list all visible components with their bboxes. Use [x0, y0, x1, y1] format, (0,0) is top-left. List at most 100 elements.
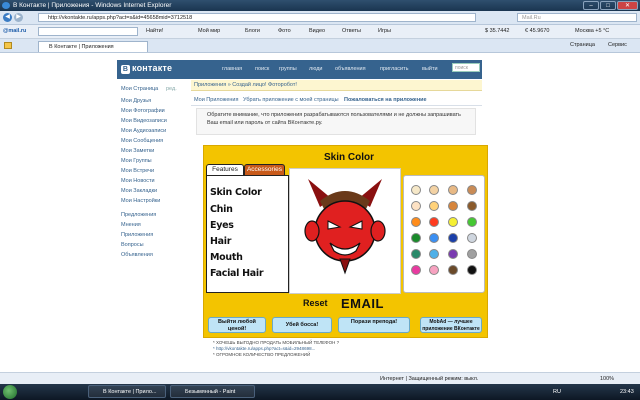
sidebar-item-photos[interactable]: Мои Фотографии	[121, 108, 165, 114]
forward-icon[interactable]: ▶	[14, 13, 23, 22]
swatch-24[interactable]	[467, 265, 477, 275]
vk-header: Вконтакте главная поиск группы люди объя…	[117, 60, 482, 79]
maximize-button[interactable]: □	[600, 1, 616, 10]
search-input[interactable]: Mail.Ru	[517, 13, 637, 22]
feature-chin[interactable]: Chin	[210, 204, 233, 215]
clock[interactable]: 23:43	[620, 384, 634, 400]
app-button-mobad[interactable]: MobAd — лучшее приложение ВКонтакте	[420, 317, 482, 333]
sidebar-item-audio[interactable]: Мои Аудиозаписи	[121, 128, 166, 134]
find-button[interactable]: Найти!	[146, 25, 163, 38]
nav-search[interactable]: поиск	[255, 66, 269, 72]
sidebar-item-groups[interactable]: Мои Группы	[121, 158, 152, 164]
tab-accessories[interactable]: Accessories	[244, 164, 285, 175]
sidebar-item-ads[interactable]: Объявления	[121, 252, 153, 258]
subnav-remove-app[interactable]: Убрать приложение с моей страницы	[243, 95, 339, 105]
feature-facial-hair[interactable]: Facial Hair	[210, 268, 264, 279]
swatch-5[interactable]	[411, 201, 421, 211]
task-paint[interactable]: Безымянный - Paint	[170, 385, 255, 398]
swatch-17[interactable]	[411, 249, 421, 259]
toolbar-item-games[interactable]: Игры	[378, 25, 391, 38]
back-icon[interactable]: ◀	[3, 13, 12, 22]
swatch-9[interactable]	[411, 217, 421, 227]
task-ie-vkontakte[interactable]: В Контакте | Прило...	[88, 385, 166, 398]
feature-hair[interactable]: Hair	[210, 236, 231, 247]
swatch-20[interactable]	[467, 249, 477, 259]
app-button-teacher[interactable]: Порази препода!	[338, 317, 410, 333]
toolbar-item-blogs[interactable]: Блоги	[245, 25, 260, 38]
swatch-7[interactable]	[448, 201, 458, 211]
swatch-12[interactable]	[467, 217, 477, 227]
nav-home[interactable]: главная	[222, 66, 242, 72]
toolbar-item-video[interactable]: Видео	[309, 25, 325, 38]
swatch-6[interactable]	[429, 201, 439, 211]
swatch-8[interactable]	[467, 201, 477, 211]
weather-widget[interactable]: Москва +5 °C	[575, 25, 609, 38]
app-button-kill-boss[interactable]: Убей босса!	[272, 317, 332, 333]
swatch-10[interactable]	[429, 217, 439, 227]
nav-groups[interactable]: группы	[279, 66, 297, 72]
sidebar-item-events[interactable]: Мои Встречи	[121, 168, 154, 174]
sidebar-edit-link[interactable]: ред.	[166, 86, 177, 92]
toolbar-item-answers[interactable]: Ответы	[342, 25, 361, 38]
feature-mouth[interactable]: Mouth	[210, 252, 243, 263]
sidebar-item-news[interactable]: Мои Новости	[121, 178, 155, 184]
swatch-13[interactable]	[411, 233, 421, 243]
swatch-11[interactable]	[448, 217, 458, 227]
swatch-18[interactable]	[429, 249, 439, 259]
feature-eyes[interactable]: Eyes	[210, 220, 234, 231]
swatch-3[interactable]	[448, 185, 458, 195]
url-input[interactable]: http://vkontakte.ru/apps.php?act=s&id=45…	[38, 13, 476, 22]
swatch-15[interactable]	[448, 233, 458, 243]
toolbar-item-myworld[interactable]: Мой мир	[198, 25, 220, 38]
toolbar-search-input[interactable]	[38, 27, 138, 36]
swatch-22[interactable]	[429, 265, 439, 275]
taskbar: В Контакте | Прило... Безымянный - Paint…	[0, 384, 640, 400]
nav-ads[interactable]: объявления	[335, 66, 366, 72]
swatch-4[interactable]	[467, 185, 477, 195]
ie-icon	[2, 2, 10, 9]
sidebar-item-questions[interactable]: Вопросы	[121, 242, 144, 248]
sidebar-item-friends[interactable]: Мои Друзья	[121, 98, 151, 104]
vk-search-input[interactable]: поиск	[452, 63, 480, 72]
sidebar-item-notes[interactable]: Мои Заметки	[121, 148, 154, 154]
close-button[interactable]: ✕	[617, 1, 638, 10]
sidebar-item-videos[interactable]: Мои Видеозаписи	[121, 118, 167, 124]
vk-logo[interactable]: Вконтакте	[121, 63, 172, 74]
tab-vkontakte[interactable]: В Контакте | Приложения	[38, 41, 148, 52]
start-button[interactable]	[3, 385, 17, 399]
tools-menu[interactable]: Сервис	[608, 39, 627, 52]
nav-people[interactable]: люди	[309, 66, 323, 72]
swatch-19[interactable]	[448, 249, 458, 259]
app-button-quit[interactable]: Выйти любой ценой!	[208, 317, 266, 333]
swatch-2[interactable]	[429, 185, 439, 195]
minimize-button[interactable]: –	[583, 1, 599, 10]
sidebar-item-opinions[interactable]: Мнения	[121, 222, 141, 228]
toolbar-item-photo[interactable]: Фото	[278, 25, 291, 38]
swatch-16[interactable]	[467, 233, 477, 243]
subnav-my-apps[interactable]: Мои Приложения	[194, 95, 238, 105]
face-canvas[interactable]	[289, 168, 401, 294]
security-notice: Обратите внимание, что приложения разраб…	[196, 108, 476, 135]
swatch-1[interactable]	[411, 185, 421, 195]
tab-features[interactable]: Features	[206, 164, 244, 175]
sidebar-item-settings[interactable]: Мои Настройки	[121, 198, 160, 204]
mailru-logo[interactable]: @mail.ru	[3, 25, 26, 38]
sidebar-item-my-page[interactable]: Мои Страница	[121, 86, 158, 92]
footer-line: * ОГРОМНОЕ КОЛИЧЕСТВО ПРЕДЛОЖЕНИЙ	[213, 352, 311, 357]
reset-button[interactable]: Reset	[303, 298, 328, 308]
language-indicator[interactable]: RU	[553, 384, 561, 400]
page-menu[interactable]: Страница	[570, 39, 595, 52]
swatch-21[interactable]	[411, 265, 421, 275]
swatch-14[interactable]	[429, 233, 439, 243]
sidebar-item-apps[interactable]: Приложения	[121, 232, 153, 238]
feature-skin-color[interactable]: Skin Color	[210, 187, 262, 198]
swatch-23[interactable]	[448, 265, 458, 275]
favorites-star-icon[interactable]	[4, 42, 12, 49]
sidebar-item-bookmarks[interactable]: Мои Закладки	[121, 188, 157, 194]
nav-invite[interactable]: пригласить	[380, 66, 408, 72]
sidebar-item-messages[interactable]: Мои Сообщения	[121, 138, 163, 144]
email-button[interactable]: EMAIL	[341, 296, 384, 311]
sidebar-item-offers[interactable]: Предложения	[121, 212, 156, 218]
nav-logout[interactable]: выйти	[422, 66, 438, 72]
subnav-report-app[interactable]: Пожаловаться на приложение	[344, 95, 427, 105]
